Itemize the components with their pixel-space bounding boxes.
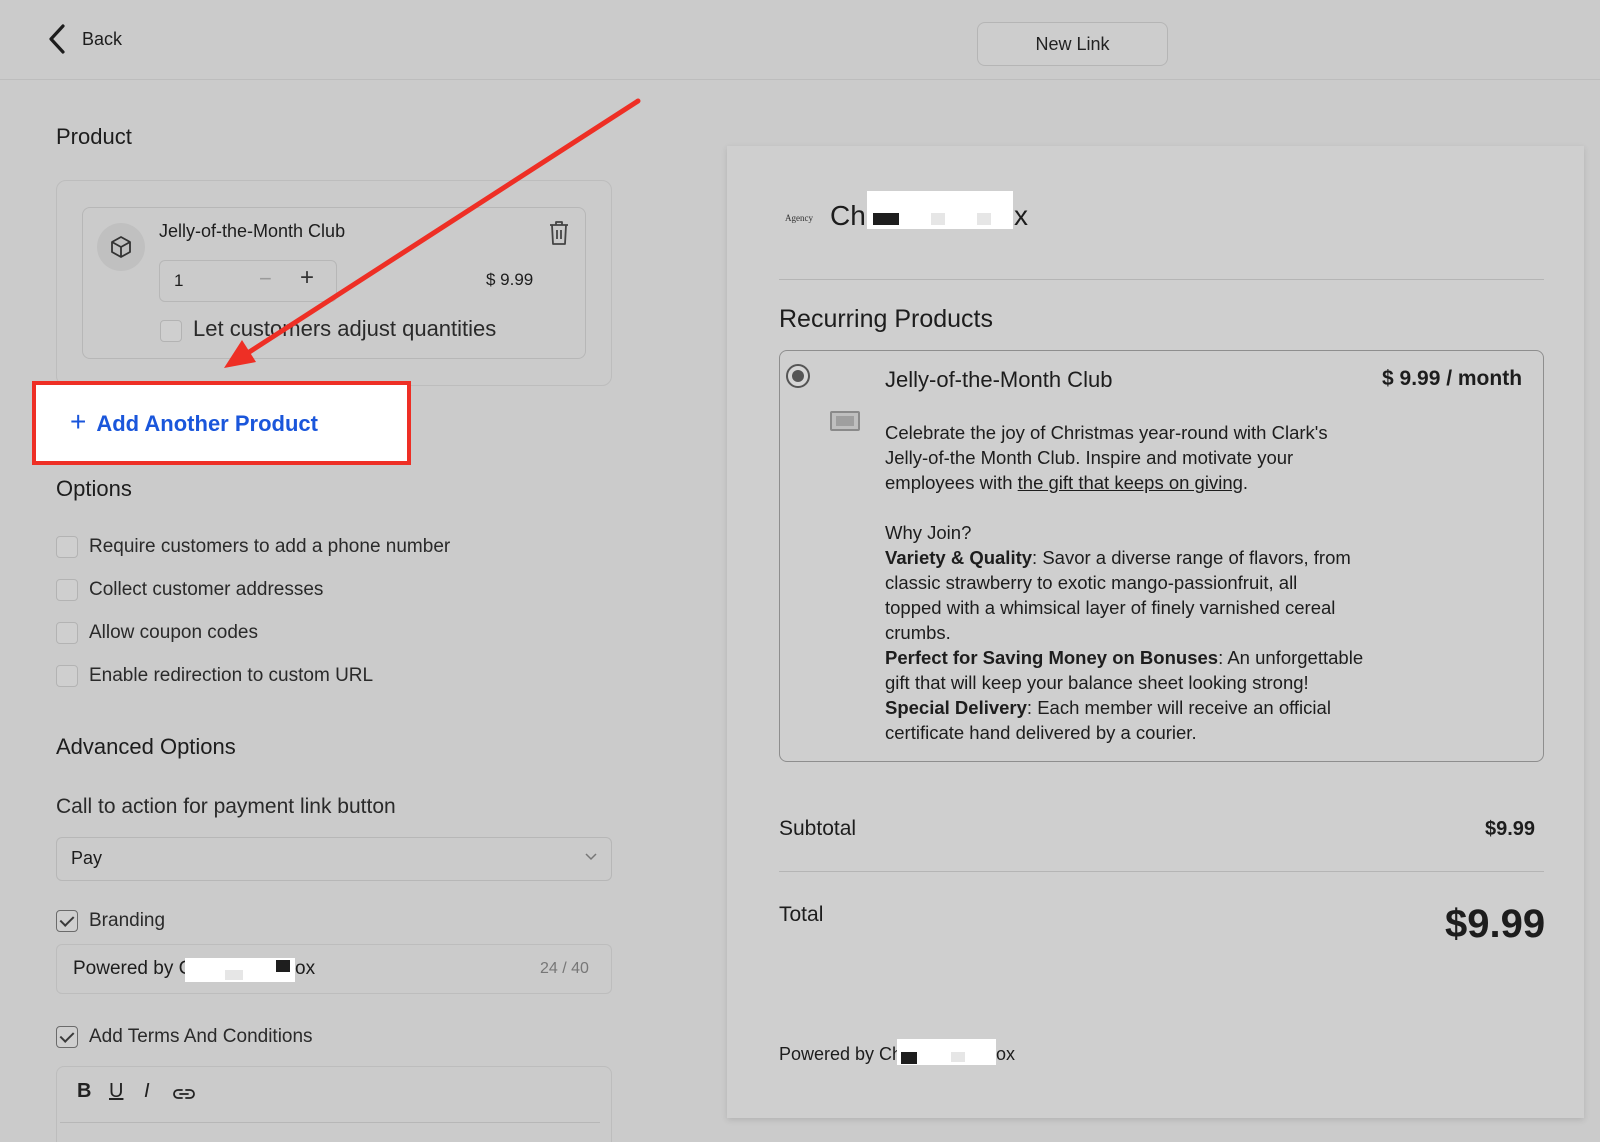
plus-icon: + (70, 406, 87, 437)
addresses-label: Collect customer addresses (89, 579, 324, 600)
branding-text-prefix[interactable]: Powered by C (73, 958, 192, 980)
terms-editor[interactable] (56, 1066, 612, 1142)
total-label: Total (779, 903, 824, 926)
terms-checkbox[interactable] (56, 1026, 78, 1048)
desc-line: classic strawberry to exotic mango-passi… (885, 572, 1298, 593)
product-name: Jelly-of-the-Month Club (159, 221, 346, 241)
gift-link[interactable]: the gift that keeps on giving (1018, 472, 1243, 493)
redirection-label: Enable redirection to custom URL (89, 665, 374, 686)
desc-line: gift that will keep your balance sheet l… (885, 672, 1309, 693)
chevron-left-icon (49, 24, 65, 54)
subtotal-value: $9.99 (1485, 818, 1536, 840)
desc-line: Special Delivery: Each member will recei… (885, 697, 1331, 718)
product-image-icon (830, 411, 860, 431)
cta-select[interactable] (56, 837, 612, 881)
quantity-value[interactable]: 1 (174, 271, 183, 291)
redacted-block (897, 1039, 996, 1065)
merchant-logo: Agency (785, 213, 813, 223)
link-icon[interactable] (173, 1085, 195, 1103)
desc-line: Perfect for Saving Money on Bonuses: An … (885, 647, 1364, 668)
options-title: Options (56, 476, 132, 501)
editor-divider (60, 1122, 600, 1123)
product-radio[interactable] (786, 364, 810, 388)
underline-button[interactable]: U (109, 1080, 123, 1103)
merchant-name-prefix: Ch (830, 200, 866, 231)
adjust-quantities-checkbox[interactable] (160, 320, 182, 342)
phone-number-label: Require customers to add a phone number (89, 536, 451, 557)
phone-number-checkbox[interactable] (56, 536, 78, 558)
back-button[interactable]: Back (46, 22, 122, 56)
italic-button[interactable]: I (144, 1080, 150, 1103)
coupon-codes-checkbox[interactable] (56, 622, 78, 644)
cta-select-value[interactable]: Pay (71, 848, 102, 869)
bold-button[interactable]: B (77, 1080, 91, 1103)
desc-line: topped with a whimsical layer of finely … (885, 597, 1336, 618)
adjust-quantities-label: Let customers adjust quantities (193, 316, 497, 341)
why-join: Why Join? (885, 522, 972, 543)
redacted-block (867, 191, 1013, 229)
desc-line: crumbs. (885, 622, 951, 643)
coupon-codes-label: Allow coupon codes (89, 622, 258, 643)
preview-powered-by-suffix: ox (996, 1044, 1016, 1064)
desc-line: Celebrate the joy of Christmas year-roun… (885, 422, 1328, 443)
add-another-product-label: Add Another Product (96, 410, 318, 436)
divider (779, 279, 1544, 280)
trash-icon[interactable] (548, 220, 570, 246)
quantity-decrement-button[interactable]: − (259, 266, 272, 292)
box-icon (97, 223, 145, 271)
top-bar (0, 0, 1600, 80)
recurring-products-title: Recurring Products (779, 305, 993, 333)
new-link-button[interactable]: New Link (977, 22, 1168, 66)
branding-char-count: 24 / 40 (540, 960, 589, 977)
desc-line: Variety & Quality: Savor a diverse range… (885, 547, 1351, 568)
back-label: Back (82, 28, 123, 49)
advanced-options-title: Advanced Options (56, 734, 236, 759)
merchant-name-suffix: x (1014, 200, 1028, 231)
chevron-down-icon[interactable] (583, 848, 599, 864)
addresses-checkbox[interactable] (56, 579, 78, 601)
recurring-product-name: Jelly-of-the-Month Club (885, 367, 1113, 392)
product-section-title: Product (56, 124, 132, 149)
recurring-product-price: $ 9.99 / month (1382, 367, 1523, 390)
branding-checkbox[interactable] (56, 910, 78, 932)
branding-label: Branding (89, 910, 166, 931)
cta-label: Call to action for payment link button (56, 795, 396, 818)
add-another-product-button[interactable]: + Add Another Product (70, 406, 318, 438)
quantity-increment-button[interactable]: + (300, 264, 314, 292)
subtotal-label: Subtotal (779, 817, 857, 840)
branding-text-suffix[interactable]: ox (295, 958, 315, 980)
desc-line: employees with the gift that keeps on gi… (885, 472, 1249, 493)
total-value: $9.99 (1445, 902, 1546, 946)
terms-label: Add Terms And Conditions (89, 1026, 313, 1047)
product-price: $ 9.99 (486, 270, 534, 289)
preview-powered-by-prefix: Powered by Ch (779, 1044, 903, 1064)
desc-line: certificate hand delivered by a courier. (885, 722, 1197, 743)
redacted-block (185, 958, 295, 982)
desc-line: Jelly-of-the Month Club. Inspire and mot… (885, 447, 1294, 468)
divider (779, 871, 1544, 872)
redirection-checkbox[interactable] (56, 665, 78, 687)
